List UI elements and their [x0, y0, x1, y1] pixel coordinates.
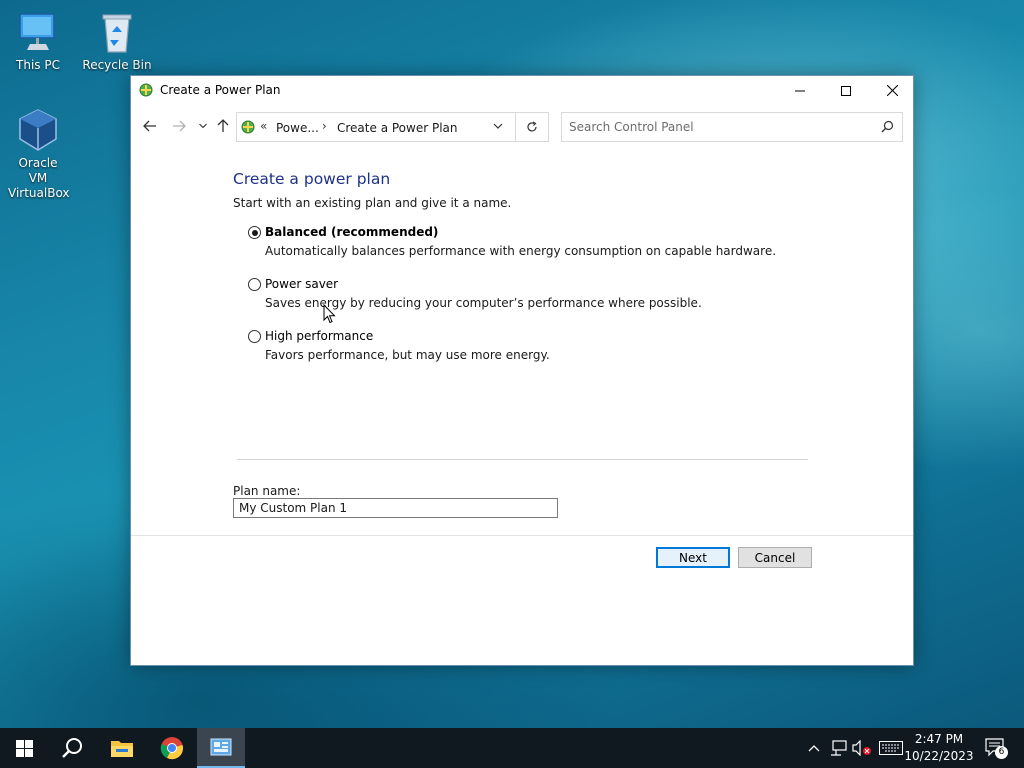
plan-option-label[interactable]: Balanced (recommended)	[265, 225, 438, 239]
virtualbox-icon	[16, 108, 60, 152]
section-divider	[237, 459, 808, 460]
create-power-plan-window: Create a Power Plan « Powe... › Create a…	[130, 75, 914, 666]
keyboard-icon	[879, 741, 903, 755]
chevron-down-icon	[199, 123, 207, 129]
taskbar-clock[interactable]: 2:47 PM 10/22/2023	[904, 731, 974, 765]
power-options-icon	[240, 119, 256, 138]
show-hidden-icons-button[interactable]	[804, 738, 824, 758]
recent-locations-button[interactable]	[194, 117, 212, 135]
power-options-icon	[138, 82, 154, 101]
radio-high-performance[interactable]	[248, 330, 261, 343]
chrome-taskbar-button[interactable]	[148, 728, 196, 768]
plan-option-label[interactable]: Power saver	[265, 277, 338, 291]
forward-button[interactable]	[170, 117, 188, 135]
chrome-icon	[160, 737, 183, 760]
start-button[interactable]	[0, 728, 48, 768]
control-panel-taskbar-button[interactable]	[197, 728, 245, 768]
desktop-icon-recycle-bin[interactable]: Recycle Bin	[79, 10, 155, 73]
input-method-tray-button[interactable]	[878, 738, 904, 758]
plan-option-label[interactable]: High performance	[265, 329, 373, 343]
desktop-icon-virtualbox[interactable]: Oracle VM VirtualBox	[0, 108, 76, 201]
footer-divider	[131, 535, 913, 536]
back-arrow-icon	[143, 120, 156, 132]
monitor-icon	[16, 10, 60, 54]
address-bar[interactable]: « Powe... › Create a Power Plan	[236, 112, 549, 142]
taskbar: 2:47 PM 10/22/2023 6	[0, 728, 1024, 768]
title-bar[interactable]: Create a Power Plan	[131, 76, 913, 105]
forward-arrow-icon	[173, 120, 186, 132]
recycle-bin-icon	[95, 10, 139, 54]
page-subtitle: Start with an existing plan and give it …	[233, 196, 512, 210]
desktop-icon-label: Recycle Bin	[82, 58, 152, 72]
chevron-down-icon	[493, 123, 503, 129]
plan-option-description: Favors performance, but may use more ene…	[265, 348, 550, 362]
maximize-icon	[841, 85, 851, 96]
radio-balanced[interactable]	[248, 226, 261, 239]
next-button[interactable]: Next	[656, 547, 730, 568]
volume-muted-icon	[852, 740, 871, 756]
address-history-dropdown[interactable]	[492, 120, 506, 134]
desktop-icon-label: Oracle VM VirtualBox	[8, 156, 70, 200]
minimize-button[interactable]	[777, 76, 823, 105]
close-icon	[886, 85, 898, 96]
navigation-bar: « Powe... › Create a Power Plan	[131, 105, 913, 147]
close-button[interactable]	[869, 76, 915, 105]
search-box[interactable]	[561, 112, 903, 142]
back-button[interactable]	[141, 117, 159, 135]
breadcrumb-separator[interactable]: ›	[322, 119, 327, 133]
clock-date: 10/22/2023	[904, 749, 974, 763]
control-panel-icon	[210, 738, 232, 756]
chevron-up-icon	[808, 745, 820, 752]
address-overflow-button[interactable]: «	[260, 119, 267, 133]
refresh-icon	[527, 121, 537, 132]
mouse-cursor-icon	[323, 303, 336, 327]
network-icon	[831, 740, 847, 756]
breadcrumb-create-power-plan[interactable]: Create a Power Plan	[337, 121, 457, 135]
search-icon	[62, 738, 82, 758]
plan-name-label: Plan name:	[233, 484, 301, 498]
page-title: Create a power plan	[233, 170, 391, 188]
network-tray-button[interactable]	[829, 738, 849, 758]
search-taskbar-button[interactable]	[48, 728, 96, 768]
clock-time: 2:47 PM	[914, 732, 964, 746]
search-input[interactable]	[562, 113, 862, 141]
search-icon[interactable]	[881, 120, 894, 136]
file-explorer-taskbar-button[interactable]	[98, 728, 146, 768]
desktop-icon-this-pc[interactable]: This PC	[0, 10, 76, 73]
desktop-icon-label: This PC	[16, 58, 60, 72]
up-button[interactable]	[214, 117, 232, 135]
maximize-button[interactable]	[823, 76, 869, 105]
minimize-icon	[795, 90, 805, 91]
plan-option-description: Automatically balances performance with …	[265, 244, 777, 258]
windows-logo-icon	[15, 739, 33, 757]
breadcrumb-power-options[interactable]: Powe...	[276, 121, 319, 135]
notification-count-badge: 6	[995, 746, 1008, 759]
action-center-button[interactable]: 6	[983, 738, 1009, 759]
folder-icon	[111, 741, 133, 757]
volume-tray-button[interactable]	[852, 738, 872, 758]
cancel-button[interactable]: Cancel	[738, 547, 812, 568]
plan-name-field[interactable]	[233, 498, 558, 518]
radio-power-saver[interactable]	[248, 278, 261, 291]
window-title: Create a Power Plan	[160, 83, 281, 97]
refresh-button[interactable]	[515, 113, 548, 141]
up-arrow-icon	[217, 119, 229, 132]
